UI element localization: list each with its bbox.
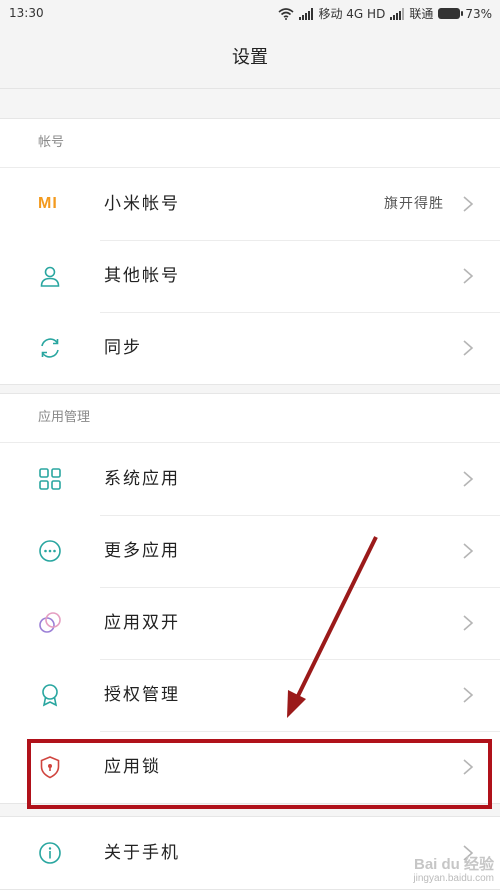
row-label: 其他帐号 bbox=[104, 266, 180, 286]
dual-app-icon bbox=[39, 612, 61, 633]
row-label: 系统应用 bbox=[104, 469, 180, 489]
signal-icon bbox=[299, 7, 314, 20]
row-mi-account[interactable]: MI 小米帐号 旗开得胜 bbox=[0, 168, 500, 240]
row-label: 授权管理 bbox=[104, 685, 180, 705]
page-title: 设置 bbox=[0, 28, 500, 89]
row-label: 关于手机 bbox=[104, 843, 180, 863]
more-icon bbox=[39, 540, 61, 562]
grid-icon bbox=[39, 468, 61, 490]
row-dual-apps[interactable]: 应用双开 bbox=[0, 587, 500, 659]
section-header-app-management: 应用管理 bbox=[0, 394, 500, 443]
person-icon bbox=[40, 266, 60, 287]
highlight-box bbox=[27, 739, 492, 809]
info-icon bbox=[39, 842, 61, 864]
row-label: 应用双开 bbox=[104, 613, 180, 633]
row-label: 同步 bbox=[104, 338, 142, 358]
chevron-right-icon bbox=[463, 196, 474, 212]
chevron-right-icon bbox=[463, 268, 474, 284]
status-time: 13:30 bbox=[9, 6, 44, 20]
row-system-apps[interactable]: 系统应用 bbox=[0, 443, 500, 515]
status-bar: 13:30 移动 4G HD 联通 73% bbox=[0, 0, 500, 28]
chevron-right-icon bbox=[463, 615, 474, 631]
row-permission-management[interactable]: 授权管理 bbox=[0, 659, 500, 731]
battery-icon bbox=[438, 8, 464, 19]
row-value: 旗开得胜 bbox=[384, 196, 444, 212]
status-icons: 移动 4G HD 联通 73% bbox=[278, 5, 492, 22]
chevron-right-icon bbox=[463, 340, 474, 356]
wifi-icon bbox=[278, 7, 295, 20]
row-other-accounts[interactable]: 其他帐号 bbox=[0, 240, 500, 312]
sync-icon bbox=[41, 338, 59, 358]
row-label: 小米帐号 bbox=[104, 194, 180, 214]
chevron-right-icon bbox=[463, 543, 474, 559]
mi-logo-icon: MI bbox=[38, 195, 58, 212]
row-more-apps[interactable]: 更多应用 bbox=[0, 515, 500, 587]
watermark: Bai du 经验 jingyan.baidu.com bbox=[413, 856, 494, 885]
row-label: 更多应用 bbox=[104, 541, 180, 561]
signal-icon-2 bbox=[390, 7, 405, 20]
watermark-url: jingyan.baidu.com bbox=[413, 873, 494, 884]
carrier-2: 联通 bbox=[409, 7, 434, 21]
watermark-brand: Bai du 经验 bbox=[413, 856, 494, 873]
row-sync[interactable]: 同步 bbox=[0, 312, 500, 384]
section-header-accounts: 帐号 bbox=[0, 119, 500, 168]
battery-level: 73% bbox=[465, 6, 492, 21]
chevron-right-icon bbox=[463, 471, 474, 487]
section-accounts: 帐号 MI 小米帐号 旗开得胜 其他帐号 同步 bbox=[0, 118, 500, 385]
badge-icon bbox=[42, 684, 58, 707]
carrier-1: 移动 4G HD bbox=[318, 7, 386, 21]
chevron-right-icon bbox=[463, 687, 474, 703]
